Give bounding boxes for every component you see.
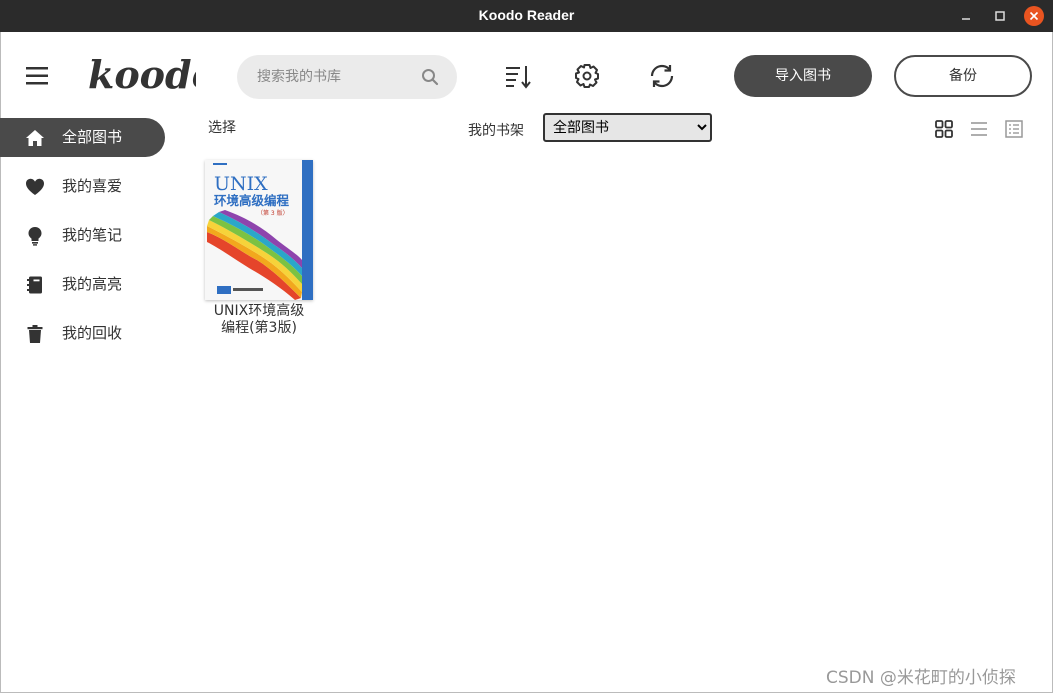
shelf-select[interactable]: 全部图书 — [543, 113, 712, 142]
shelf-label: 我的书架 — [468, 123, 524, 139]
book-title-line: UNIX环境高级 — [213, 303, 305, 319]
cover-view-icon[interactable] — [1004, 119, 1024, 139]
minimize-icon[interactable] — [956, 6, 976, 26]
logo-text: koodo — [88, 52, 196, 97]
sidebar-item-favorites[interactable]: 我的喜爱 — [0, 167, 165, 206]
import-books-button[interactable]: 导入图书 — [734, 55, 872, 97]
book-title-line: 编程(第3版) — [221, 320, 297, 336]
maximize-icon[interactable] — [990, 6, 1010, 26]
sidebar-item-label: 我的回收 — [62, 324, 123, 342]
sidebar-item-all-books[interactable]: 全部图书 — [0, 118, 165, 157]
lightbulb-icon — [28, 227, 42, 246]
heart-icon — [26, 178, 44, 195]
gear-icon[interactable] — [573, 62, 601, 90]
search-box — [237, 55, 457, 99]
close-icon[interactable] — [1024, 6, 1044, 26]
sidebar-item-label: 全部图书 — [62, 128, 123, 146]
koodo-logo: koodo — [86, 50, 217, 100]
sidebar-item-label: 我的笔记 — [62, 226, 123, 244]
window-titlebar: Koodo Reader — [0, 0, 1053, 32]
menu-icon[interactable] — [26, 67, 48, 85]
backup-button[interactable]: 备份 — [894, 55, 1032, 97]
sort-icon[interactable] — [504, 62, 532, 90]
book-cover[interactable]: UNIX 环境高级编程 （第 3 版） — [205, 160, 313, 300]
cover-subtitle: 环境高级编程 — [214, 193, 290, 208]
home-icon — [26, 130, 44, 146]
list-view-icon[interactable] — [969, 119, 989, 139]
watermark: CSDN @米花町的小侦探 — [826, 668, 1016, 688]
select-button[interactable]: 选择 — [208, 117, 236, 137]
sidebar-item-highlights[interactable]: 我的高亮 — [0, 265, 165, 304]
grid-view-icon[interactable] — [934, 119, 954, 139]
sync-icon[interactable] — [648, 62, 676, 90]
notebook-icon — [27, 276, 42, 294]
trash-icon — [27, 325, 43, 343]
sidebar-item-label: 我的喜爱 — [62, 177, 123, 195]
book-title[interactable]: UNIX环境高级 编程(第3版) — [185, 303, 333, 337]
search-input[interactable] — [257, 55, 417, 99]
window-title: Koodo Reader — [478, 7, 575, 23]
sidebar-item-notes[interactable]: 我的笔记 — [0, 216, 165, 255]
search-icon[interactable] — [421, 68, 439, 86]
cover-title: UNIX — [214, 173, 268, 195]
sidebar-item-trash[interactable]: 我的回收 — [0, 314, 165, 353]
sidebar-item-label: 我的高亮 — [62, 275, 123, 293]
cover-edition: （第 3 版） — [257, 209, 289, 217]
